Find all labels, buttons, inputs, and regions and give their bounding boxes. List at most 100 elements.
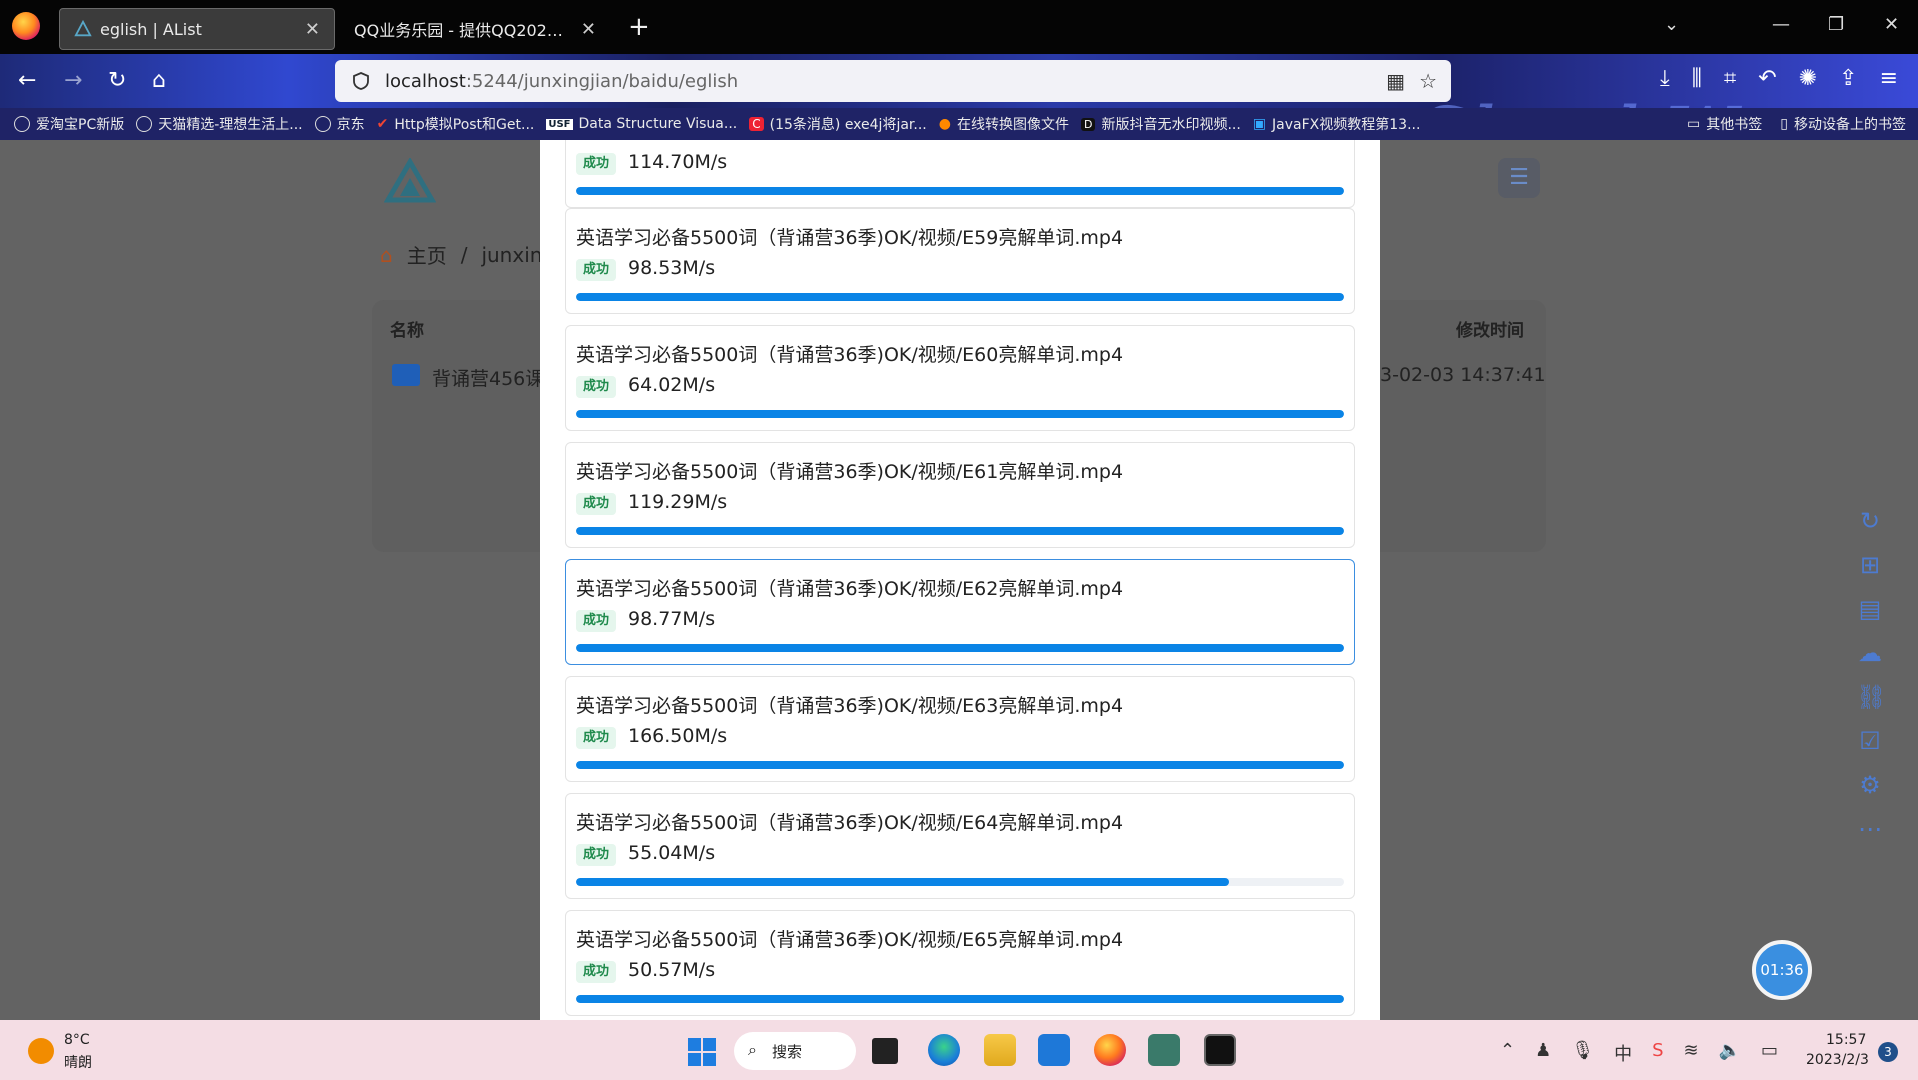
qr-code-icon[interactable]: ▦	[1386, 69, 1405, 93]
tab-close-icon[interactable]: ✕	[581, 19, 596, 40]
bookmark-item[interactable]: D 新版抖音无水印视频...	[1080, 114, 1241, 134]
bookmark-item[interactable]: 天猫精选-理想生活上...	[136, 114, 303, 134]
list-view-icon[interactable]: ☰	[1498, 158, 1540, 198]
screenshot-icon[interactable]: ⌗	[1724, 66, 1736, 91]
close-window-icon[interactable]: ✕	[1884, 14, 1899, 35]
task-item[interactable]: 英语学习必备5500词（背诵营36季)OK/视频/E61亮解单词.mp4 成功 …	[565, 442, 1355, 548]
task-item[interactable]: 英语学习必备5500词（背诵营36季)OK/视频/E59亮解单词.mp4 成功 …	[565, 208, 1355, 314]
status-badge: 成功	[576, 844, 616, 866]
app-window-icon[interactable]	[1148, 1034, 1180, 1066]
task-speed: 98.53M/s	[628, 257, 716, 279]
tab-alist[interactable]: eglish | AList ✕	[59, 8, 335, 50]
bookmark-item[interactable]: C (15条消息) exe4j将jar...	[749, 114, 927, 134]
bookmark-label: 爱淘宝PC新版	[36, 117, 125, 133]
house-icon: ⌂	[380, 242, 393, 267]
sogou-icon[interactable]: S	[1652, 1040, 1663, 1066]
edge-browser-icon[interactable]	[928, 1034, 960, 1066]
task-item[interactable]: 英语学习必备5500词（背诵营36季)OK/视频/E63亮解单词.mp4 成功 …	[565, 676, 1355, 782]
column-modified-header[interactable]: 修改时间	[1456, 316, 1524, 341]
address-bar[interactable]: localhost:5244/junxingjian/baidu/eglish …	[335, 60, 1451, 220]
taskbar-search[interactable]: ⌕ 搜索	[734, 1032, 856, 1070]
task-item-selected[interactable]: 英语学习必备5500词（背诵营36季)OK/视频/E62亮解单词.mp4 成功 …	[565, 559, 1355, 665]
timer-badge[interactable]: 01:36	[1752, 940, 1812, 1000]
task-name: 英语学习必备5500词（背诵营36季)OK/视频/E64亮解单词.mp4	[576, 812, 1124, 834]
mobile-bookmarks[interactable]: ▯ 移动设备上的书签	[1780, 114, 1906, 134]
weather-description[interactable]: 晴朗	[64, 1052, 92, 1072]
minimize-icon[interactable]: —	[1772, 14, 1790, 35]
windows-start-icon[interactable]	[688, 1038, 716, 1066]
chevron-up-icon[interactable]: ⌃	[1500, 1040, 1515, 1066]
more-icon[interactable]: ⋯	[1856, 816, 1884, 842]
task-name: 英语学习必备5500词（背诵营36季)OK/视频/E62亮解单词.mp4	[576, 578, 1124, 600]
new-tab-icon[interactable]: +	[628, 12, 650, 42]
file-explorer-icon[interactable]	[984, 1034, 1016, 1066]
restore-icon[interactable]: ❐	[1828, 14, 1844, 35]
bookmark-item[interactable]: ● 在线转换图像文件	[939, 114, 1069, 134]
input-method-indicator[interactable]: 中	[1614, 1040, 1632, 1066]
volume-icon[interactable]: 🔈	[1719, 1040, 1741, 1066]
mail-icon[interactable]	[1038, 1034, 1070, 1066]
task-item[interactable]: 成功 114.70M/s	[565, 140, 1355, 208]
select-icon[interactable]: ☑	[1856, 728, 1884, 754]
qq-icon[interactable]: ♟	[1535, 1040, 1551, 1066]
firefox-icon[interactable]	[1094, 1034, 1126, 1066]
extension-icon[interactable]: ✺	[1799, 66, 1817, 91]
bookmark-item[interactable]: 京东	[314, 114, 365, 134]
firefox-logo-icon[interactable]	[12, 12, 40, 40]
terminal-icon[interactable]	[1204, 1034, 1236, 1066]
link-icon[interactable]: ⛓	[1856, 684, 1886, 710]
bookmark-item[interactable]: ✔ Http模拟Post和Get...	[377, 114, 535, 134]
alist-logo-icon[interactable]	[384, 158, 436, 204]
task-view-icon[interactable]	[872, 1038, 898, 1064]
other-bookmarks[interactable]: ▭ 其他书签	[1687, 114, 1762, 134]
bookmark-star-icon[interactable]: ☆	[1419, 69, 1437, 93]
system-tray: ⌃ ♟ 🎙 中 S ≋ 🔈 ▭	[1500, 1040, 1778, 1066]
shield-icon[interactable]	[351, 71, 371, 91]
windows-taskbar: 8°C 晴朗 ⌕ 搜索 ⌃ ♟ 🎙 中 S ≋ 🔈 ▭ 15:57 2023/2…	[0, 1020, 1918, 1080]
bookmark-item[interactable]: ▣ JavaFX视频教程第13...	[1253, 114, 1421, 134]
share-icon[interactable]: ⇪	[1839, 66, 1857, 91]
undo-icon[interactable]: ↶	[1758, 66, 1776, 91]
bookmark-item[interactable]: USF Data Structure Visua...	[546, 116, 737, 132]
new-folder-icon[interactable]: ▤	[1856, 596, 1884, 622]
microphone-icon[interactable]: 🎙	[1571, 1040, 1594, 1066]
refresh-icon[interactable]: ↻	[1856, 508, 1884, 534]
progress-track	[576, 995, 1344, 1003]
task-speed: 55.04M/s	[628, 842, 716, 864]
breadcrumb-home[interactable]: 主页	[407, 240, 447, 269]
forward-icon[interactable]: →	[64, 68, 82, 93]
tab-qq[interactable]: QQ业务乐园 - 提供QQ2023最新资 ✕	[340, 8, 610, 50]
weather-temperature[interactable]: 8°C	[64, 1032, 90, 1048]
tab-close-icon[interactable]: ✕	[305, 19, 320, 40]
clock-time[interactable]: 15:57	[1826, 1032, 1866, 1048]
home-icon[interactable]: ⌂	[152, 68, 166, 93]
status-badge: 成功	[576, 610, 616, 632]
download-icon[interactable]: ⤓	[1660, 66, 1670, 91]
notification-count-badge[interactable]: 3	[1878, 1042, 1898, 1062]
library-icon[interactable]: ⫼	[1692, 66, 1702, 91]
url-text[interactable]: localhost:5244/junxingjian/baidu/eglish	[385, 71, 1386, 92]
upload-icon[interactable]: ☁	[1856, 640, 1884, 666]
task-item[interactable]: 英语学习必备5500词（背诵营36季)OK/视频/E60亮解单词.mp4 成功 …	[565, 325, 1355, 431]
task-item[interactable]: 英语学习必备5500词（背诵营36季)OK/视频/E64亮解单词.mp4 成功 …	[565, 793, 1355, 899]
settings-gear-icon[interactable]: ⚙	[1856, 772, 1884, 798]
bookmark-label: 移动设备上的书签	[1794, 117, 1906, 133]
reload-icon[interactable]: ↻	[108, 68, 126, 93]
weather-sun-icon[interactable]	[28, 1038, 54, 1064]
back-icon[interactable]: ←	[18, 68, 36, 93]
new-file-icon[interactable]: ⊞	[1856, 552, 1884, 578]
clock-date[interactable]: 2023/2/3	[1806, 1052, 1869, 1068]
task-item[interactable]: 英语学习必备5500词（背诵营36季)OK/视频/E65亮解单词.mp4 成功 …	[565, 910, 1355, 1016]
globe-icon	[314, 116, 331, 132]
wifi-icon[interactable]: ≋	[1684, 1040, 1699, 1066]
breadcrumb-separator: /	[460, 242, 468, 267]
tv-icon: ▣	[1252, 116, 1267, 132]
bookmark-item[interactable]: 爱淘宝PC新版	[14, 114, 124, 134]
list-all-tabs-icon[interactable]: ⌄	[1664, 14, 1679, 35]
folder-name[interactable]: 背诵营456课	[432, 364, 544, 391]
column-name-header[interactable]: 名称	[390, 316, 424, 341]
menu-icon[interactable]: ≡	[1880, 66, 1898, 91]
alist-favicon-icon	[74, 20, 92, 37]
folder-icon: ▭	[1687, 116, 1701, 132]
battery-icon[interactable]: ▭	[1761, 1040, 1778, 1066]
